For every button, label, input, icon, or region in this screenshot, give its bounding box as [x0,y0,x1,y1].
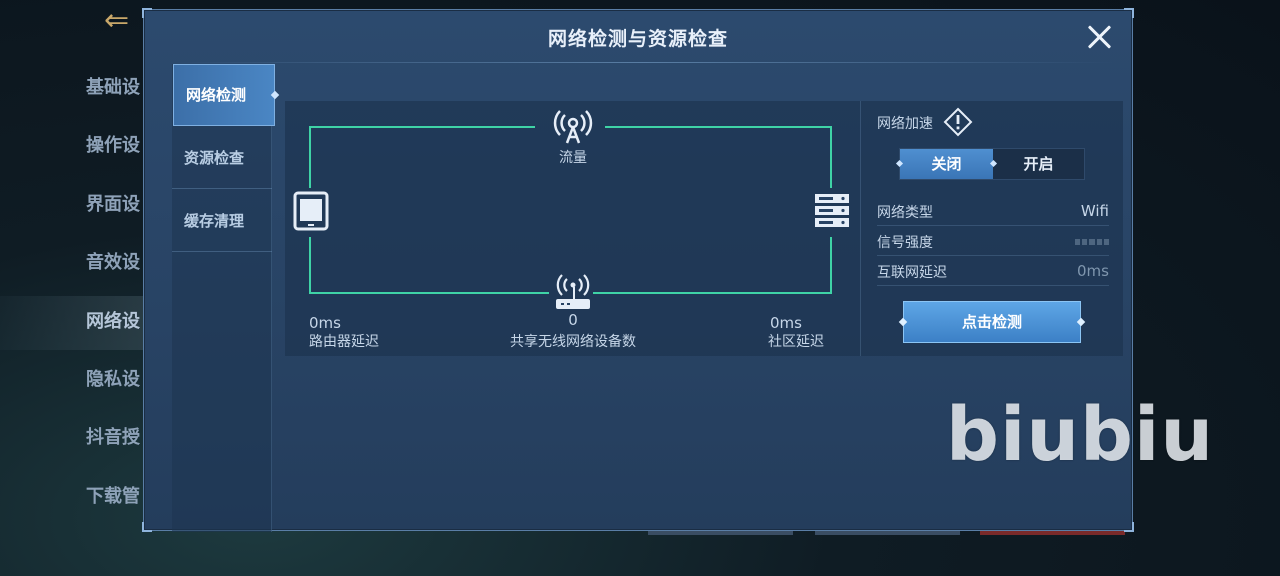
tab-resource-check[interactable]: 资源检查 [172,127,272,189]
diagram-line [309,237,311,294]
info-row-internet-latency: 互联网延迟 0ms [877,256,1109,286]
dialog-title: 网络检测与资源检查 [547,28,728,50]
tab-label: 资源检查 [184,149,245,167]
diagram-line [309,126,535,128]
info-row-network-type: 网络类型 Wifi [877,196,1109,226]
tab-label: 缓存清理 [184,212,245,230]
background-settings-menu: ⇐ 基础设 操作设 界面设 音效设 网络设 隐私设 抖音授 下载管 [0,0,150,576]
community-latency-value: 0ms [770,314,802,332]
active-tab-marker [270,90,280,100]
tab-sidebar: 网络检测 资源检查 缓存清理 [172,64,280,532]
router-icon [556,274,590,309]
diagram-line [605,126,832,128]
close-icon[interactable] [1084,22,1114,52]
tab-network-check[interactable]: 网络检测 [173,64,280,126]
router-latency-value: 0ms [309,314,341,332]
server-icon [815,194,849,227]
antenna-icon [553,110,593,144]
diagram-line [830,126,832,188]
traffic-label: 流量 [559,150,587,166]
phone-icon [293,191,329,231]
diagram-line [830,237,832,294]
network-diagram: 流量 0ms 路由器延迟 0 共享无线网络设备数 0ms 社区延迟 [285,101,860,356]
info-key: 互联网延迟 [877,265,947,281]
back-arrow-icon[interactable]: ⇐ [104,4,146,38]
shared-devices-value: 0 [568,311,578,329]
info-key: 信号强度 [877,235,933,251]
router-latency-label: 路由器延迟 [309,334,379,350]
network-info-side: 网络加速 关闭 开启 网络类型 Wifi 信号强度 互联网延迟 0ms 点击检测 [860,101,1123,356]
watermark-logo: biubiu [946,392,1215,478]
detect-button[interactable]: 点击检测 [903,301,1081,343]
corner-ornament [1124,522,1134,532]
title-divider [174,62,1114,63]
toggle-off-button[interactable]: 关闭 [900,149,993,179]
tab-cache-clean[interactable]: 缓存清理 [172,190,272,252]
warning-icon[interactable] [943,107,973,137]
info-key: 网络类型 [877,205,933,221]
shared-devices-label: 共享无线网络设备数 [510,334,636,350]
tab-label: 网络检测 [186,86,247,104]
diagram-line [593,292,832,294]
diagram-line [309,126,311,188]
info-value: 0ms [1077,262,1109,280]
corner-ornament [142,8,152,18]
corner-ornament [142,522,152,532]
network-check-panel: 流量 0ms 路由器延迟 0 共享无线网络设备数 0ms 社区延迟 网络加速 关… [285,101,1123,356]
diagram-line [309,292,549,294]
toggle-on-button[interactable]: 开启 [993,149,1084,179]
network-accel-label: 网络加速 [877,116,933,132]
info-row-signal-strength: 信号强度 [877,226,1110,256]
corner-ornament [1124,8,1134,18]
signal-bars-icon [1075,239,1110,245]
info-value: Wifi [1080,202,1109,220]
network-accel-toggle: 关闭 开启 [899,148,1085,180]
community-latency-label: 社区延迟 [768,334,824,350]
